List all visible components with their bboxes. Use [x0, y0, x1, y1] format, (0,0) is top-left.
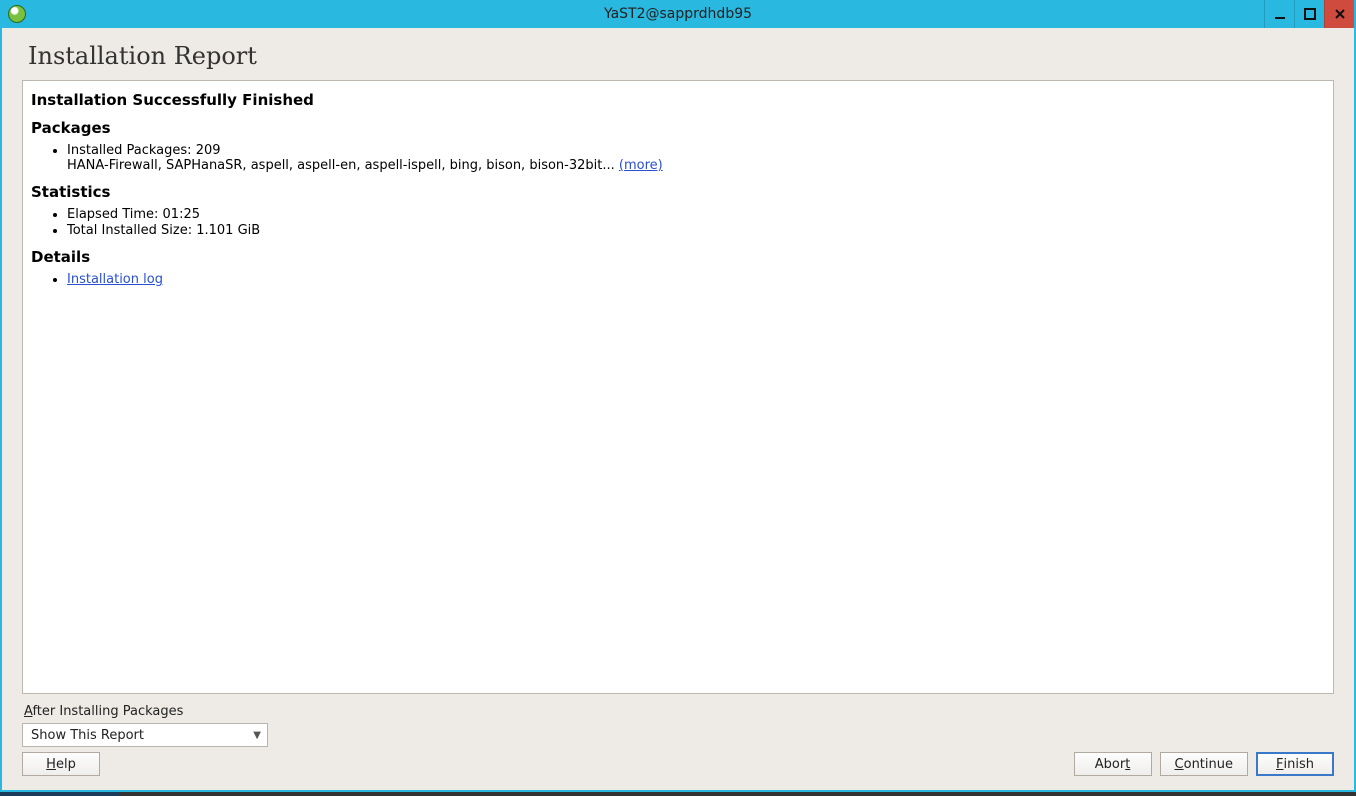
finish-button[interactable]: Finish	[1256, 752, 1334, 776]
elapsed-time-item: Elapsed Time: 01:25	[67, 207, 1325, 222]
dropdown-selected: Show This Report	[31, 728, 144, 743]
yast-window: YaST2@sapprdhdb95 Installation Report In…	[0, 0, 1356, 792]
button-bar: Help Abort Continue Finish	[22, 748, 1334, 780]
titlebar[interactable]: YaST2@sapprdhdb95	[2, 0, 1354, 28]
statistics-list: Elapsed Time: 01:25 Total Installed Size…	[67, 207, 1325, 238]
finish-rest: inish	[1284, 757, 1314, 772]
continue-accel: C	[1175, 757, 1184, 772]
packages-preview: HANA-Firewall, SAPHanaSR, aspell, aspell…	[67, 158, 619, 173]
help-button[interactable]: Help	[22, 752, 100, 776]
abort-accel: t	[1125, 757, 1130, 772]
chevron-down-icon: ▼	[253, 730, 261, 741]
abort-button[interactable]: Abort	[1074, 752, 1152, 776]
elapsed-value: 01:25	[163, 207, 200, 222]
after-label-rest: fter Installing Packages	[32, 704, 183, 719]
statistics-heading: Statistics	[31, 183, 1325, 201]
details-list: Installation log	[67, 272, 1325, 287]
continue-button[interactable]: Continue	[1160, 752, 1248, 776]
taskbar-sliver	[0, 792, 120, 796]
abort-pre: Abor	[1095, 757, 1125, 772]
content-area: Installation Report Installation Success…	[22, 40, 1334, 780]
size-label: Total Installed Size:	[67, 223, 196, 238]
details-heading: Details	[31, 248, 1325, 266]
finish-accel: F	[1276, 757, 1283, 772]
help-accel: H	[46, 757, 56, 772]
packages-heading: Packages	[31, 119, 1325, 137]
status-heading: Installation Successfully Finished	[31, 91, 1325, 109]
window-title: YaST2@sapprdhdb95	[2, 6, 1354, 22]
installation-log-item: Installation log	[67, 272, 1325, 287]
help-rest: elp	[56, 757, 76, 772]
packages-more-link[interactable]: (more)	[619, 158, 663, 173]
installation-log-link[interactable]: Installation log	[67, 272, 163, 287]
after-install-dropdown[interactable]: Show This Report ▼	[22, 723, 268, 747]
report-panel: Installation Successfully Finished Packa…	[22, 80, 1334, 694]
installed-count: 209	[196, 143, 221, 158]
continue-rest: ontinue	[1184, 757, 1233, 772]
size-value: 1.101 GiB	[196, 223, 260, 238]
packages-list: Installed Packages: 209 HANA-Firewall, S…	[67, 143, 1325, 173]
installed-label: Installed Packages:	[67, 143, 196, 158]
installed-packages-item: Installed Packages: 209 HANA-Firewall, S…	[67, 143, 1325, 173]
elapsed-label: Elapsed Time:	[67, 207, 163, 222]
installed-size-item: Total Installed Size: 1.101 GiB	[67, 223, 1325, 238]
after-install-label: After Installing Packages	[24, 704, 1334, 719]
page-title: Installation Report	[28, 42, 1334, 70]
